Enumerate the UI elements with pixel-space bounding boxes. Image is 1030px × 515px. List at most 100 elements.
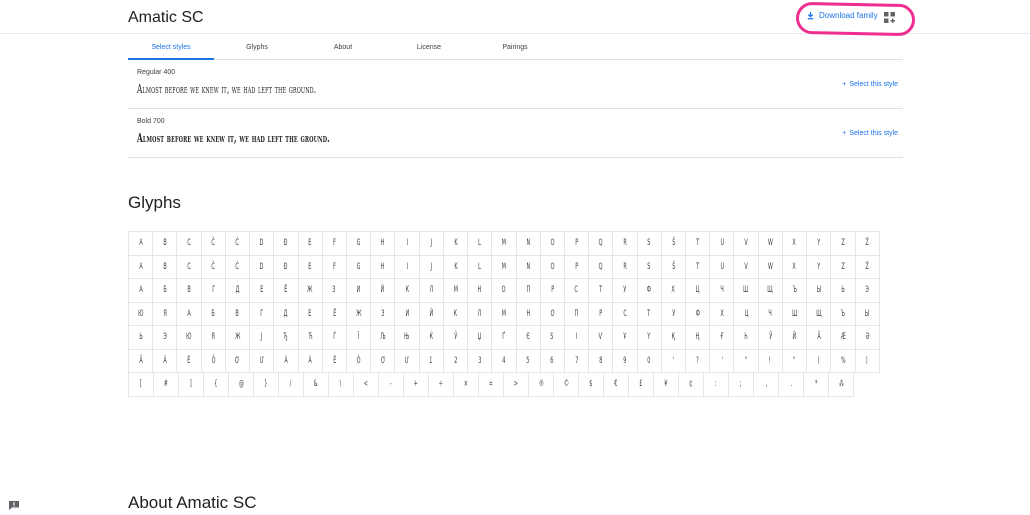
glyph-cell[interactable]: N bbox=[516, 255, 541, 279]
glyph-cell[interactable]: Д bbox=[225, 279, 251, 303]
glyph-cell[interactable]: 9 bbox=[613, 349, 638, 373]
glyph-cell[interactable]: 1 bbox=[419, 349, 444, 373]
glyph-cell[interactable]: Ї bbox=[346, 326, 372, 350]
glyph-cell[interactable]: P bbox=[564, 232, 590, 256]
glyph-cell[interactable]: Я bbox=[201, 326, 226, 350]
glyph-cell[interactable]: @ bbox=[229, 373, 254, 397]
glyph-cell[interactable]: Р bbox=[540, 279, 565, 303]
glyph-cell[interactable]: G bbox=[346, 255, 372, 279]
glyph-cell[interactable]: O bbox=[540, 255, 565, 279]
glyph-cell[interactable]: H bbox=[371, 255, 396, 279]
glyph-cell[interactable]: Т bbox=[589, 279, 614, 303]
glyph-cell[interactable]: H bbox=[371, 232, 396, 256]
glyph-cell[interactable]: Á bbox=[298, 349, 323, 373]
glyph-cell[interactable]: С bbox=[613, 302, 638, 326]
glyph-cell[interactable]: E bbox=[298, 255, 323, 279]
tab-pairings[interactable]: Pairings bbox=[486, 36, 544, 60]
glyph-cell[interactable]: Я bbox=[153, 302, 178, 326]
glyph-cell[interactable]: 3 bbox=[468, 349, 493, 373]
glyph-cell[interactable]: O bbox=[540, 232, 565, 256]
glyph-cell[interactable]: Ѓ bbox=[322, 326, 347, 350]
glyph-cell[interactable]: Е bbox=[250, 279, 275, 303]
glyph-cell[interactable]: Р bbox=[589, 302, 614, 326]
glyph-cell[interactable]: Щ bbox=[758, 279, 783, 303]
glyph-cell[interactable]: Џ bbox=[468, 326, 493, 350]
glyph-cell[interactable]: [ bbox=[129, 373, 154, 397]
glyph-cell[interactable]: Q bbox=[589, 232, 614, 256]
glyph-cell[interactable]: Č bbox=[201, 232, 226, 256]
glyph-cell[interactable]: Ư bbox=[395, 349, 420, 373]
glyph-cell[interactable]: 6 bbox=[540, 349, 565, 373]
glyph-cell[interactable]: Ъ bbox=[831, 302, 856, 326]
glyph-cell[interactable]: Ѕ bbox=[540, 326, 565, 350]
glyph-cell[interactable]: £ bbox=[629, 373, 654, 397]
glyph-cell[interactable]: : bbox=[704, 373, 729, 397]
glyph-cell[interactable]: J bbox=[419, 255, 444, 279]
glyph-cell[interactable]: Ђ bbox=[274, 326, 299, 350]
glyph-cell[interactable]: ' bbox=[710, 349, 735, 373]
glyph-cell[interactable]: Э bbox=[153, 326, 178, 350]
glyph-cell[interactable]: = bbox=[479, 373, 504, 397]
select-style-button[interactable]: + Select this style bbox=[842, 81, 898, 88]
glyph-cell[interactable]: Ү bbox=[637, 326, 662, 350]
glyph-cell[interactable]: ] bbox=[179, 373, 204, 397]
glyph-cell[interactable]: \ bbox=[329, 373, 354, 397]
glyph-cell[interactable]: Z bbox=[831, 232, 856, 256]
glyph-cell[interactable]: Ơ bbox=[225, 349, 251, 373]
glyph-cell[interactable]: Ш bbox=[782, 302, 808, 326]
glyph-cell[interactable]: ) bbox=[855, 349, 880, 373]
glyph-cell[interactable]: Б bbox=[201, 302, 226, 326]
glyph-cell[interactable]: Ш bbox=[734, 279, 759, 303]
glyph-cell[interactable]: × bbox=[454, 373, 479, 397]
glyph-cell[interactable]: Ъ bbox=[782, 279, 808, 303]
glyph-cell[interactable]: L bbox=[468, 255, 493, 279]
glyph-cell[interactable]: Щ bbox=[807, 302, 832, 326]
glyph-cell[interactable]: ( bbox=[807, 349, 832, 373]
glyph-cell[interactable]: I bbox=[395, 255, 420, 279]
glyph-cell[interactable]: Ô bbox=[201, 349, 226, 373]
glyph-cell[interactable]: 5 bbox=[516, 349, 541, 373]
glyph-cell[interactable]: Ơ bbox=[371, 349, 396, 373]
glyph-cell[interactable]: Ô bbox=[346, 349, 372, 373]
glyph-cell[interactable]: 4 bbox=[492, 349, 517, 373]
select-style-button[interactable]: + Select this style bbox=[842, 130, 898, 137]
glyph-cell[interactable]: T bbox=[686, 255, 711, 279]
glyph-cell[interactable]: Ё bbox=[322, 302, 347, 326]
glyph-cell[interactable]: * bbox=[804, 373, 829, 397]
glyph-cell[interactable]: Ґ bbox=[492, 326, 517, 350]
glyph-cell[interactable]: W bbox=[758, 232, 783, 256]
glyph-cell[interactable]: Ц bbox=[686, 279, 711, 303]
glyph-cell[interactable]: B bbox=[153, 255, 178, 279]
glyph-cell[interactable]: У bbox=[613, 279, 638, 303]
glyph-cell[interactable]: Г bbox=[201, 279, 226, 303]
glyph-cell[interactable]: Z bbox=[831, 255, 856, 279]
glyph-cell[interactable]: + bbox=[404, 373, 429, 397]
glyph-cell[interactable]: Є bbox=[516, 326, 541, 350]
glyph-cell[interactable]: Ӑ bbox=[807, 326, 832, 350]
glyph-cell[interactable]: Ć bbox=[225, 232, 251, 256]
glyph-cell[interactable]: П bbox=[564, 302, 590, 326]
glyph-cell[interactable]: Ң bbox=[686, 326, 711, 350]
glyph-cell[interactable]: Х bbox=[661, 279, 687, 303]
glyph-cell[interactable]: ⁂ bbox=[829, 373, 854, 397]
glyph-cell[interactable]: 2 bbox=[443, 349, 469, 373]
glyph-cell[interactable]: Қ bbox=[661, 326, 687, 350]
glyph-cell[interactable]: X bbox=[782, 255, 808, 279]
glyph-cell[interactable]: І bbox=[564, 326, 590, 350]
glyph-cell[interactable]: М bbox=[443, 279, 469, 303]
glyph-cell[interactable]: K bbox=[443, 255, 469, 279]
glyph-cell[interactable]: Y bbox=[807, 255, 832, 279]
glyph-cell[interactable]: Ұ bbox=[613, 326, 638, 350]
glyph-cell[interactable]: N bbox=[516, 232, 541, 256]
glyph-cell[interactable]: I bbox=[395, 232, 420, 256]
glyph-cell[interactable]: X bbox=[782, 232, 808, 256]
glyph-cell[interactable]: } bbox=[254, 373, 279, 397]
glyph-cell[interactable]: Ы bbox=[855, 302, 880, 326]
glyph-cell[interactable]: А bbox=[129, 279, 154, 303]
glyph-cell[interactable]: Й bbox=[419, 302, 444, 326]
glyph-cell[interactable]: M bbox=[492, 232, 517, 256]
glyph-cell[interactable]: Đ bbox=[274, 232, 299, 256]
glyph-cell[interactable]: Ж bbox=[298, 279, 323, 303]
glyph-cell[interactable]: % bbox=[831, 349, 856, 373]
glyph-cell[interactable]: С bbox=[564, 279, 590, 303]
